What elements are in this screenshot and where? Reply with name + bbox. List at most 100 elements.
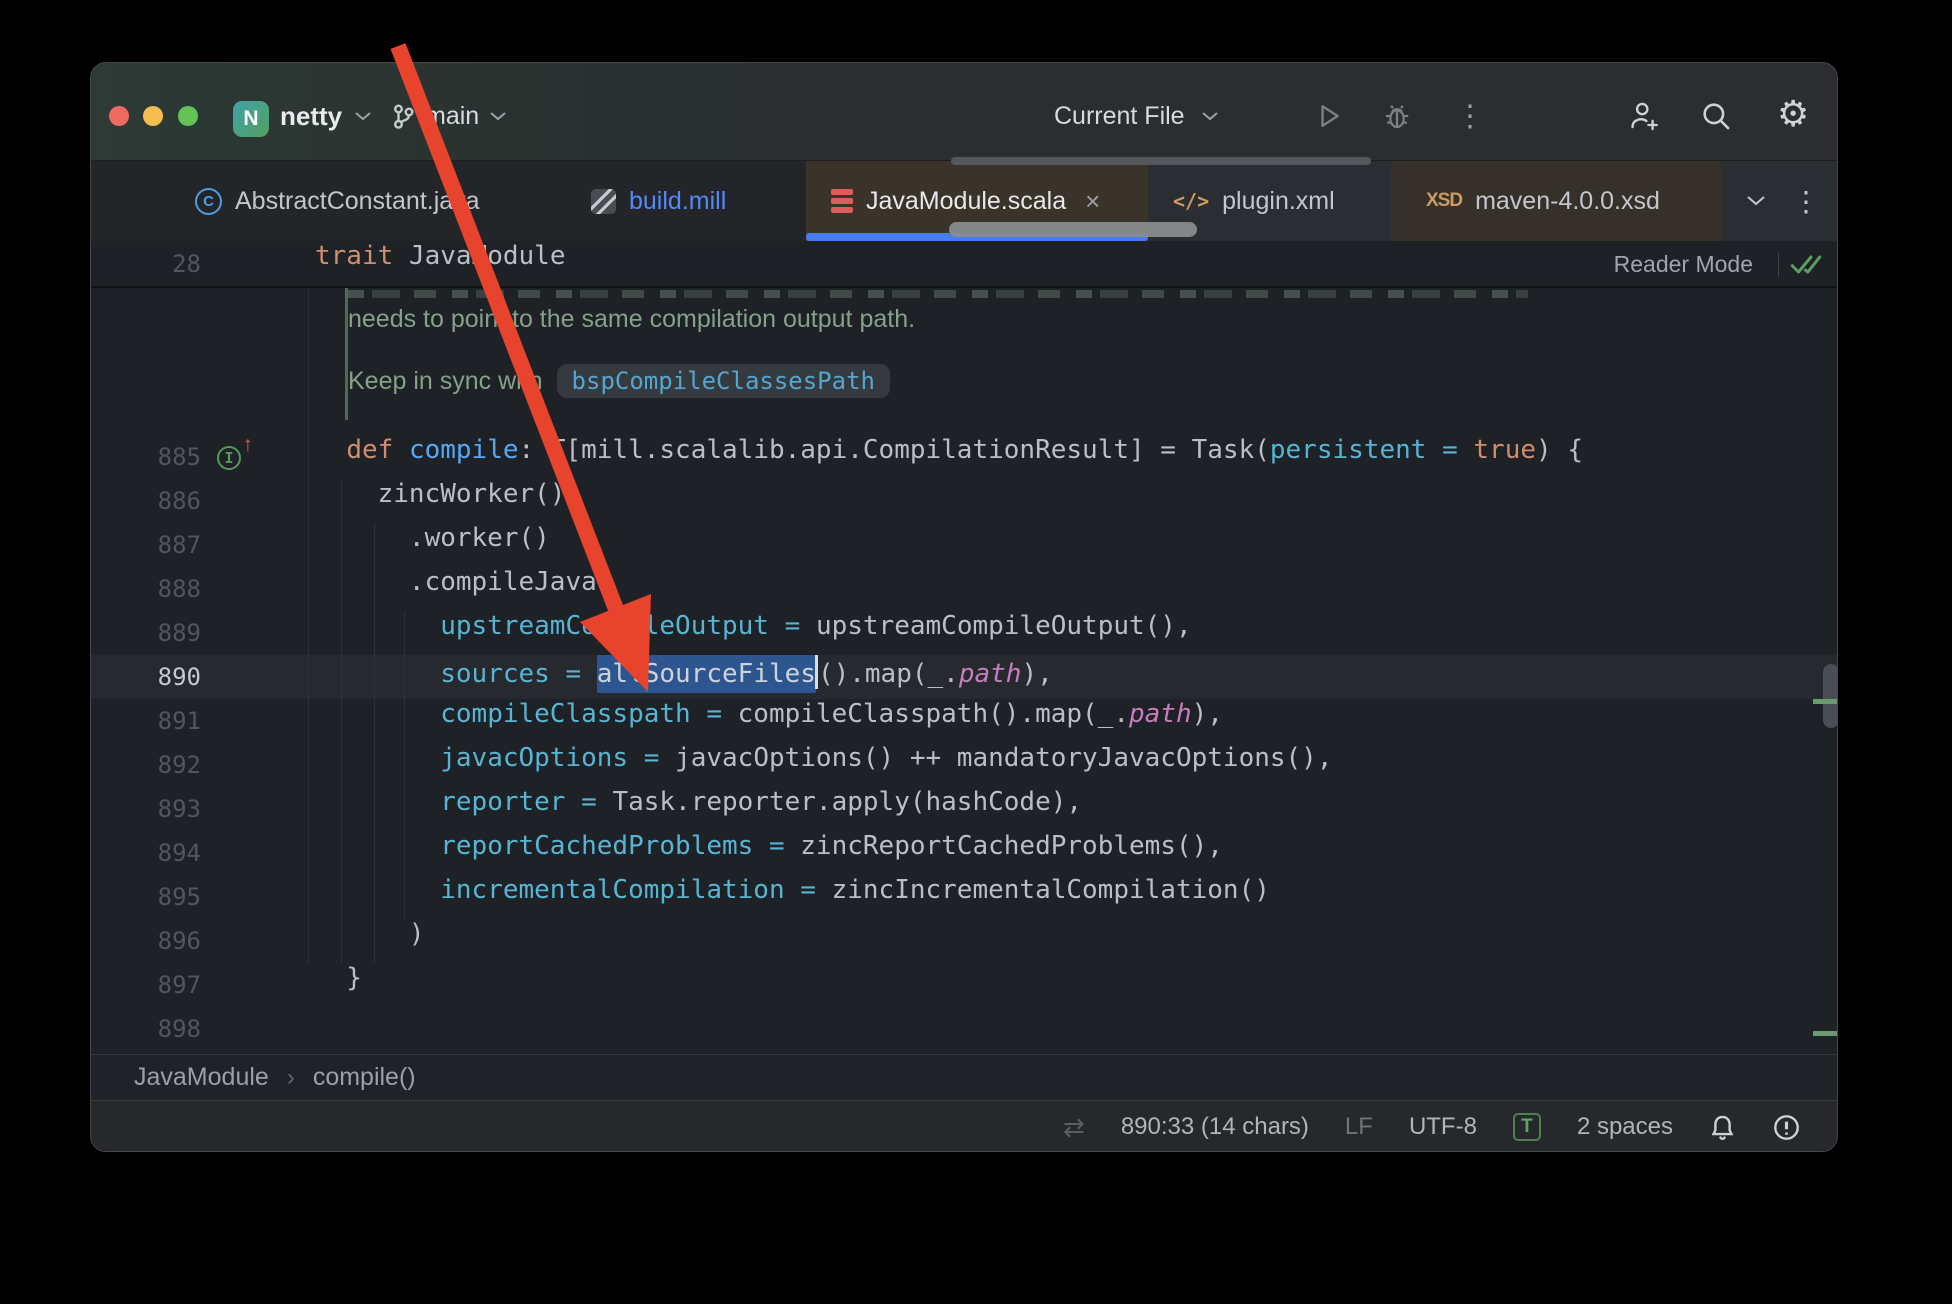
- error-indicator-button[interactable]: [1772, 1113, 1801, 1142]
- line-number[interactable]: 898: [91, 1007, 201, 1051]
- code-line-896[interactable]: 896 ): [91, 919, 1837, 963]
- code-text[interactable]: sources = allSourceFiles().map(_.path),: [315, 655, 1053, 699]
- code-text[interactable]: .worker(): [315, 523, 550, 567]
- code-text[interactable]: zincWorker(): [315, 479, 565, 523]
- code-line-897[interactable]: 897 }: [91, 963, 1837, 1007]
- tab-label: AbstractConstant.java: [235, 187, 480, 216]
- doc-code-chip-link[interactable]: bspCompileClassesPath: [557, 364, 890, 398]
- code-text[interactable]: incrementalCompilation = zincIncremental…: [315, 875, 1270, 919]
- code-line-893[interactable]: 893 reporter = Task.reporter.apply(hashC…: [91, 787, 1837, 831]
- settings-button[interactable]: ⚙: [1777, 63, 1809, 161]
- code-text[interactable]: javacOptions = javacOptions() ++ mandato…: [315, 743, 1333, 787]
- tab-build-mill[interactable]: build.mill: [561, 161, 776, 241]
- sticky-line-header[interactable]: 28 trait JavaModule Reader Mode: [91, 241, 1837, 288]
- code-token: [628, 743, 644, 773]
- zoom-window-button[interactable]: [178, 106, 198, 126]
- code-token: : T[mill.scalalib.api.CompilationResult]…: [519, 435, 1270, 465]
- implements-gutter-icon[interactable]: I↑: [217, 442, 247, 472]
- tab-label: JavaModule.scala: [866, 187, 1066, 216]
- code-token: def: [346, 435, 393, 465]
- line-number[interactable]: 890: [91, 655, 201, 699]
- code-text[interactable]: .compileJava(: [315, 567, 612, 611]
- run-configuration-label: Current File: [1054, 102, 1185, 131]
- tab-list-chevron-icon[interactable]: [1746, 195, 1766, 207]
- breadcrumb-item-class[interactable]: JavaModule: [134, 1063, 269, 1092]
- caret-position-widget[interactable]: 890:33 (14 chars): [1121, 1113, 1309, 1141]
- run-button[interactable]: [1315, 63, 1343, 161]
- vcs-branch-widget[interactable]: main: [391, 63, 507, 161]
- code-token: [393, 241, 409, 271]
- minimize-window-button[interactable]: [143, 106, 163, 126]
- line-number[interactable]: 889: [91, 611, 201, 655]
- close-window-button[interactable]: [109, 106, 129, 126]
- line-separator-widget[interactable]: LF: [1345, 1113, 1373, 1141]
- tab-options-kebab-icon[interactable]: ⋮: [1792, 185, 1820, 218]
- exclamation-circle-icon: [1772, 1113, 1801, 1142]
- project-widget[interactable]: netty: [280, 63, 372, 161]
- code-token: Task.reporter.apply(hashCode),: [612, 787, 1082, 817]
- code-token: =: [644, 743, 660, 773]
- line-number[interactable]: 897: [91, 963, 201, 1007]
- breadcrumb-item-method[interactable]: compile(): [313, 1063, 416, 1092]
- code-text[interactable]: compileClasspath = compileClasspath().ma…: [315, 699, 1223, 743]
- code-line-887[interactable]: 887 .worker(): [91, 523, 1837, 567]
- indent-guide: [374, 523, 375, 963]
- debug-button[interactable]: [1381, 63, 1413, 161]
- tab-strip-overlay-scrollbar[interactable]: [949, 222, 1197, 237]
- code-line-892[interactable]: 892 javacOptions = javacOptions() ++ man…: [91, 743, 1837, 787]
- more-actions-button[interactable]: ⋮: [1455, 63, 1485, 161]
- editor-scrollbar-thumb[interactable]: [1823, 664, 1838, 728]
- code-line-888[interactable]: 888 .compileJava(: [91, 567, 1837, 611]
- indent-guide: [341, 479, 342, 963]
- code-token: javacOptions: [440, 743, 628, 773]
- code-line-894[interactable]: 894 reportCachedProblems = zincReportCac…: [91, 831, 1837, 875]
- code-text[interactable]: upstreamCompileOutput = upstreamCompileO…: [315, 611, 1192, 655]
- code-line-886[interactable]: 886 zincWorker(): [91, 479, 1837, 523]
- code-with-me-button[interactable]: [1627, 63, 1663, 161]
- run-configuration-selector[interactable]: Current File: [1054, 63, 1219, 161]
- code-token: [769, 611, 785, 641]
- line-number[interactable]: 888: [91, 567, 201, 611]
- search-everywhere-button[interactable]: [1699, 63, 1733, 161]
- code-text[interactable]: }: [315, 963, 362, 1007]
- encoding-widget[interactable]: UTF-8: [1409, 1113, 1477, 1141]
- tab-maven-xsd[interactable]: XSD maven-4.0.0.xsd: [1391, 161, 1721, 241]
- line-number[interactable]: 887: [91, 523, 201, 567]
- line-number[interactable]: 894: [91, 831, 201, 875]
- code-line-885[interactable]: 885 I↑ def compile: T[mill.scalalib.api.C…: [91, 435, 1837, 479]
- code-line-891[interactable]: 891 compileClasspath = compileClasspath(…: [91, 699, 1837, 743]
- code-line-895[interactable]: 895 incrementalCompilation = zincIncreme…: [91, 875, 1837, 919]
- code-line-890[interactable]: 890 sources = allSourceFiles().map(_.pat…: [91, 655, 1837, 699]
- code-line-889[interactable]: 889 upstreamCompileOutput = upstreamComp…: [91, 611, 1837, 655]
- line-number[interactable]: 885: [91, 435, 201, 479]
- transfer-arrows-icon[interactable]: ⇄: [1063, 1112, 1085, 1143]
- code-text[interactable]: reportCachedProblems = zincReportCachedP…: [315, 831, 1223, 875]
- code-token: [659, 743, 675, 773]
- line-number[interactable]: 893: [91, 787, 201, 831]
- indent-widget[interactable]: 2 spaces: [1577, 1113, 1673, 1141]
- code-token: .compileJava(: [315, 567, 612, 597]
- line-number[interactable]: 895: [91, 875, 201, 919]
- code-token: [691, 699, 707, 729]
- code-text[interactable]: def compile: T[mill.scalalib.api.Compila…: [315, 435, 1583, 479]
- chevron-down-icon: [489, 111, 507, 122]
- tab-strip-scrollbar-thumb[interactable]: [951, 157, 1371, 165]
- code-text[interactable]: reporter = Task.reporter.apply(hashCode)…: [315, 787, 1082, 831]
- close-tab-icon[interactable]: ×: [1085, 188, 1100, 214]
- line-number[interactable]: 892: [91, 743, 201, 787]
- code-text[interactable]: ): [315, 919, 425, 963]
- code-line-898[interactable]: 898: [91, 1007, 1837, 1051]
- notifications-button[interactable]: [1709, 1113, 1736, 1142]
- inspections-ok-button[interactable]: [1788, 252, 1824, 277]
- project-icon[interactable]: N: [233, 101, 269, 137]
- chevron-down-icon: [1201, 111, 1219, 122]
- tab-abstractconstant-java[interactable]: C AbstractConstant.java: [161, 161, 536, 241]
- indent-guide: [404, 611, 405, 919]
- line-number[interactable]: 896: [91, 919, 201, 963]
- code-token: [1458, 435, 1474, 465]
- chevron-down-icon: [354, 111, 372, 122]
- highlight-level-widget[interactable]: T: [1513, 1113, 1541, 1141]
- code-editor[interactable]: needs to point to the same compilation o…: [91, 241, 1837, 1054]
- line-number[interactable]: 886: [91, 479, 201, 523]
- line-number[interactable]: 891: [91, 699, 201, 743]
